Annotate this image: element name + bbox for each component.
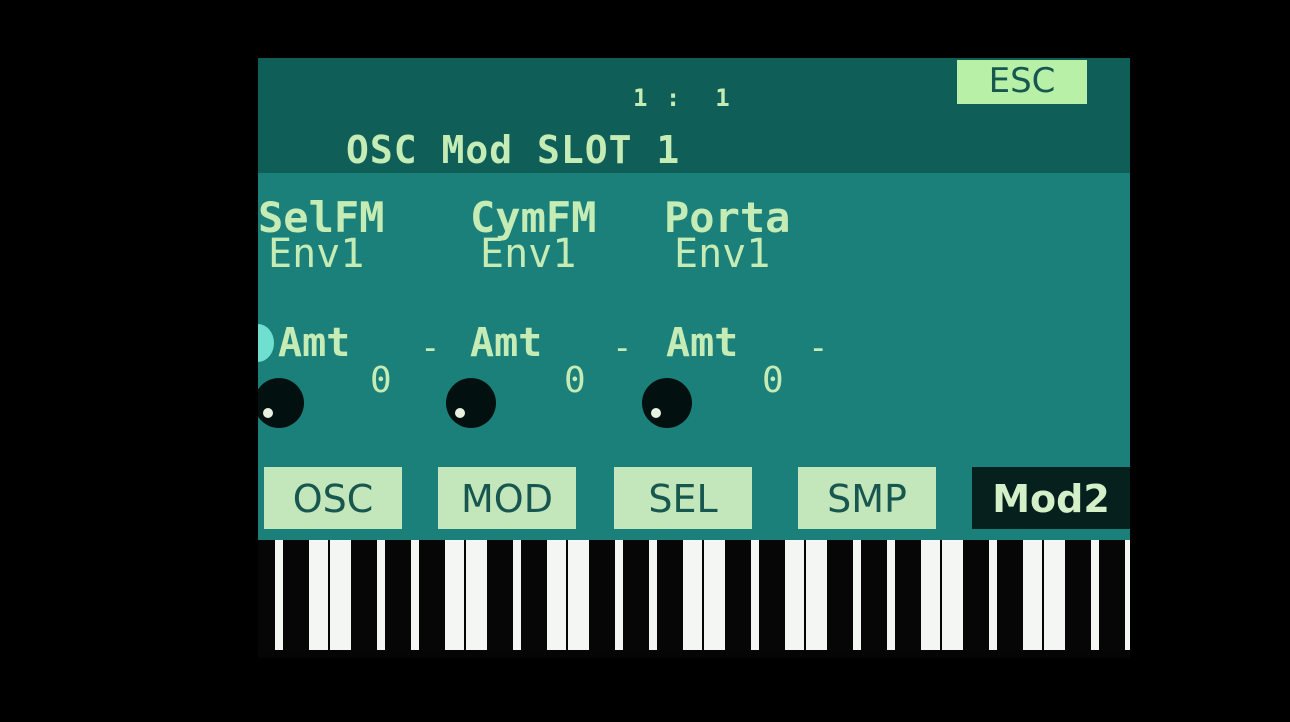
- black-key[interactable]: [351, 540, 377, 650]
- black-key[interactable]: [895, 540, 921, 650]
- black-key[interactable]: [521, 540, 547, 650]
- black-key[interactable]: [419, 540, 445, 650]
- header-bar: 1 : 1 OSC Mod SLOT 1 ESC: [258, 58, 1130, 173]
- amount-knob[interactable]: [446, 378, 496, 428]
- black-key[interactable]: [283, 540, 309, 650]
- slot-source: Env1: [674, 231, 771, 277]
- knob-indicator: [263, 408, 273, 418]
- amount-value: 0: [564, 360, 586, 401]
- black-key[interactable]: [657, 540, 683, 650]
- black-key[interactable]: [861, 540, 887, 650]
- knob-indicator: [651, 408, 661, 418]
- knob-indicator: [455, 408, 465, 418]
- selection-cursor: [258, 324, 274, 362]
- tab-osc[interactable]: OSC: [264, 467, 402, 529]
- black-key[interactable]: [589, 540, 615, 650]
- amount-label: Amt: [666, 320, 739, 366]
- black-key[interactable]: [623, 540, 649, 650]
- black-key[interactable]: [759, 540, 785, 650]
- tab-mod[interactable]: MOD: [438, 467, 576, 529]
- mod-slot-1[interactable]: SelFM Env1: [258, 197, 458, 277]
- amount-dash: -: [612, 328, 633, 368]
- black-key[interactable]: [997, 540, 1023, 650]
- tab-sel[interactable]: SEL: [614, 467, 752, 529]
- position-counter: 1 : 1: [633, 84, 732, 112]
- amount-value: 0: [370, 360, 392, 401]
- tab-smp[interactable]: SMP: [798, 467, 936, 529]
- page-tabs: OSC MOD SEL SMP Mod2: [258, 463, 1130, 543]
- esc-button[interactable]: ESC: [957, 60, 1087, 104]
- amount-value: 0: [762, 360, 784, 401]
- black-key[interactable]: [1065, 540, 1091, 650]
- black-key[interactable]: [725, 540, 751, 650]
- mod-slot-3[interactable]: Porta Env1: [664, 197, 864, 277]
- amount-knob[interactable]: [258, 378, 304, 428]
- black-key[interactable]: [385, 540, 411, 650]
- device-bezel: 1 : 1 OSC Mod SLOT 1 ESC SelFM Env1 CymF…: [0, 0, 1290, 722]
- tab-mod2[interactable]: Mod2: [972, 467, 1130, 529]
- page-title: OSC Mod SLOT 1: [346, 128, 681, 172]
- black-key[interactable]: [827, 540, 853, 650]
- piano-keys[interactable]: [258, 540, 1130, 658]
- amount-dash: -: [808, 328, 829, 368]
- piano-keyboard[interactable]: [258, 540, 1130, 658]
- amount-dash: -: [420, 328, 441, 368]
- mod-slot-2[interactable]: CymFM Env1: [470, 197, 670, 277]
- black-key[interactable]: [258, 540, 275, 650]
- amount-knob[interactable]: [642, 378, 692, 428]
- black-key[interactable]: [1099, 540, 1125, 650]
- amount-label: Amt: [278, 320, 351, 366]
- black-key[interactable]: [963, 540, 989, 650]
- lcd-screen: 1 : 1 OSC Mod SLOT 1 ESC SelFM Env1 CymF…: [258, 58, 1130, 658]
- black-key[interactable]: [487, 540, 513, 650]
- slot-source: Env1: [480, 231, 577, 277]
- amount-label: Amt: [470, 320, 543, 366]
- slot-source: Env1: [268, 231, 365, 277]
